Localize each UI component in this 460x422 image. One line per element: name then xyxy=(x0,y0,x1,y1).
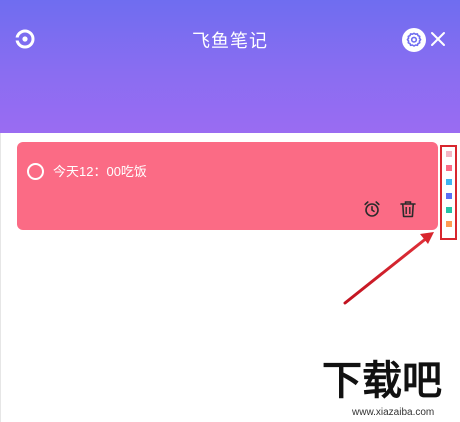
divider xyxy=(0,133,1,422)
app-title: 飞鱼笔记 xyxy=(192,31,268,51)
close-icon[interactable] xyxy=(429,30,447,48)
color-swatch-blue[interactable] xyxy=(446,179,452,185)
color-swatch-indigo[interactable] xyxy=(446,193,452,199)
color-swatch-teal[interactable] xyxy=(446,207,452,213)
trash-icon[interactable] xyxy=(400,200,416,218)
color-swatch-light-pink[interactable] xyxy=(446,151,452,157)
color-palette xyxy=(440,145,457,240)
complete-checkbox[interactable] xyxy=(27,163,44,180)
color-swatch-orange[interactable] xyxy=(446,221,452,227)
watermark: 下载吧 www.xiazaiba.com xyxy=(322,359,460,422)
gear-icon xyxy=(406,32,422,47)
settings-button[interactable] xyxy=(402,28,426,52)
alarm-clock-icon[interactable] xyxy=(363,200,381,218)
app-window: 飞鱼笔记 今天12：00吃饭 下载吧 www.xiazaiba.com xyxy=(0,0,460,422)
header-bar: 飞鱼笔记 xyxy=(0,0,460,133)
note-text[interactable]: 今天12：00吃饭 xyxy=(53,163,147,180)
watermark-url: www.xiazaiba.com xyxy=(352,407,435,418)
note-card[interactable]: 今天12：00吃饭 xyxy=(17,142,438,230)
watermark-logo-text: 下载吧 xyxy=(322,359,442,403)
color-swatch-pink[interactable] xyxy=(446,165,452,171)
